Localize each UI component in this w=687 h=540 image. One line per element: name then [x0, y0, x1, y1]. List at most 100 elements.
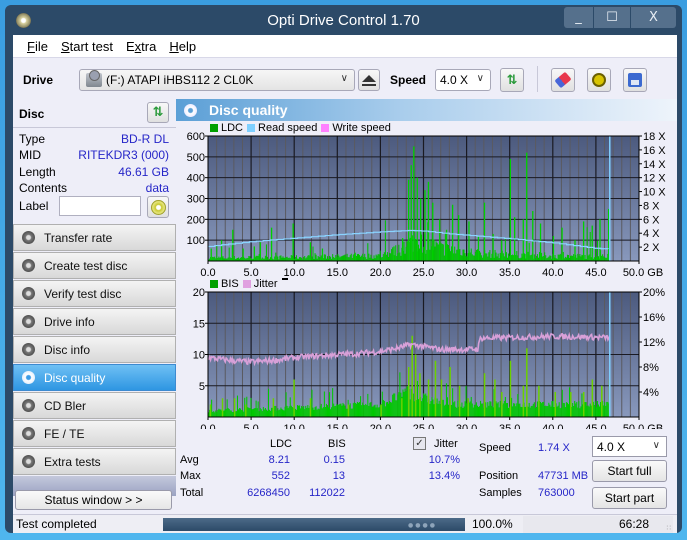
- nav-drive-info[interactable]: Drive info: [13, 308, 176, 335]
- bis-bar: [535, 406, 537, 417]
- disc-label-input[interactable]: [59, 196, 141, 216]
- bis-bar: [216, 411, 218, 417]
- ldc-bar: [443, 255, 445, 261]
- bis-bar: [517, 394, 519, 417]
- bis-bar: [578, 401, 580, 417]
- bis-bar: [316, 409, 318, 417]
- bis-bar: [416, 380, 418, 417]
- refresh-arrows-icon: ⇅: [152, 105, 164, 120]
- speed-stat-value: 1.74 X: [538, 442, 570, 454]
- minimize-button[interactable]: _: [564, 7, 593, 28]
- menu-extra[interactable]: Extra: [126, 39, 156, 54]
- nav-label: CD Bler: [44, 398, 87, 413]
- erase-button[interactable]: [551, 68, 575, 92]
- bis-bar: [342, 402, 344, 417]
- disc-contents-value: data: [145, 181, 169, 195]
- speed-select[interactable]: 4.0 X ∨: [435, 69, 491, 91]
- bis-bar: [430, 401, 432, 417]
- eject-button[interactable]: [358, 69, 380, 91]
- ldc-bar: [300, 257, 302, 261]
- drive-label: Drive: [23, 73, 54, 87]
- ldc-bar: [595, 257, 597, 261]
- nav-disc-quality[interactable]: Disc quality: [13, 364, 176, 391]
- ldc-bar: [462, 249, 464, 261]
- ldc-bar: [361, 255, 363, 261]
- x-tick-label: 25.0: [413, 423, 434, 429]
- refresh-speed-button[interactable]: ⇅: [500, 68, 524, 92]
- disc-label-button[interactable]: [147, 196, 169, 218]
- nav-disc-info[interactable]: Disc info: [13, 336, 176, 363]
- ldc-bar: [383, 252, 385, 261]
- close-button[interactable]: X: [631, 7, 676, 28]
- start-full-button[interactable]: Start full: [592, 460, 667, 482]
- bis-bar: [322, 407, 324, 417]
- status-window-button[interactable]: Status window > >: [15, 490, 172, 510]
- ldc-bar: [577, 253, 579, 261]
- nav-fe-te[interactable]: FE / TE: [13, 420, 176, 447]
- bis-bar: [340, 403, 342, 417]
- disc-label-label: Label: [19, 199, 49, 213]
- bis-bar: [254, 407, 256, 417]
- bis-bar: [471, 403, 473, 417]
- save-button[interactable]: [623, 68, 647, 92]
- ldc-peak-bar: [407, 179, 410, 261]
- drive-icon: [86, 70, 102, 87]
- bis-bar: [472, 407, 474, 417]
- bis-bar: [394, 393, 396, 417]
- bis-bar: [220, 409, 222, 417]
- bis-bar: [499, 400, 501, 417]
- nav-label: Drive info: [44, 314, 95, 329]
- start-part-button[interactable]: Start part: [592, 487, 667, 509]
- ldc-peak-bar: [552, 236, 555, 261]
- transfer-rate-icon: [22, 231, 35, 244]
- ldc-bar: [390, 253, 392, 261]
- nav-transfer-rate[interactable]: Transfer rate: [13, 224, 176, 251]
- nav-verify-test-disc[interactable]: Verify test disc: [13, 280, 176, 307]
- menu-start-test[interactable]: Start test: [61, 39, 113, 54]
- speed-stat-label: Speed: [479, 442, 511, 454]
- ldc-bar: [453, 253, 455, 261]
- nav-cd-bler[interactable]: CD Bler: [13, 392, 176, 419]
- ldc-bar: [499, 252, 501, 261]
- bis-bar: [569, 387, 571, 417]
- nav-create-test-disc[interactable]: Create test disc: [13, 252, 176, 279]
- avg-label: Avg: [180, 454, 199, 466]
- ldc-bar: [233, 256, 235, 261]
- title-bar[interactable]: Opti Drive Control 1.70 _ ☐ X: [5, 5, 682, 35]
- ldc-bar: [543, 256, 545, 261]
- jitter-checkbox[interactable]: ✓: [413, 437, 426, 450]
- ldc-bar: [346, 253, 348, 261]
- maximize-button[interactable]: ☐: [594, 7, 630, 28]
- app-window: Opti Drive Control 1.70 _ ☐ X File Start…: [5, 5, 682, 533]
- menu-file[interactable]: File: [27, 39, 48, 54]
- bis-bar: [585, 402, 587, 417]
- x-tick-label: 0.0: [200, 423, 215, 429]
- ldc-bar: [430, 239, 432, 261]
- ldc-bar: [368, 253, 370, 261]
- ldc-bar: [524, 254, 526, 261]
- disc-label-row: Label: [19, 199, 59, 213]
- test-speed-select[interactable]: 4.0 X ∨: [592, 436, 667, 457]
- bis-peak-bar: [591, 379, 594, 417]
- bis-bar: [248, 407, 250, 417]
- menu-help[interactable]: Help: [169, 39, 196, 54]
- bis-bar: [606, 401, 608, 417]
- nav-extra-tests[interactable]: Extra tests: [13, 448, 176, 475]
- settings-button[interactable]: [587, 68, 611, 92]
- bis-bar: [515, 406, 517, 417]
- bis-bar: [599, 406, 601, 417]
- bis-bar: [398, 392, 400, 417]
- bis-bar: [496, 403, 498, 417]
- bis-bar: [232, 411, 234, 417]
- ldc-peak-bar: [259, 242, 262, 261]
- bis-bar: [228, 409, 230, 417]
- disc-refresh-button[interactable]: ⇅: [147, 102, 169, 123]
- bis-bar: [520, 406, 522, 417]
- bis-bar: [402, 389, 404, 417]
- drive-select[interactable]: (F:) ATAPI iHBS112 2 CL0K ∨: [79, 69, 355, 91]
- resize-grip-icon[interactable]: ∷: [667, 524, 671, 532]
- ldc-bar: [229, 257, 231, 261]
- bis-bar: [577, 407, 579, 417]
- bis-bar: [319, 405, 321, 417]
- total-ldc: 6268450: [247, 487, 290, 499]
